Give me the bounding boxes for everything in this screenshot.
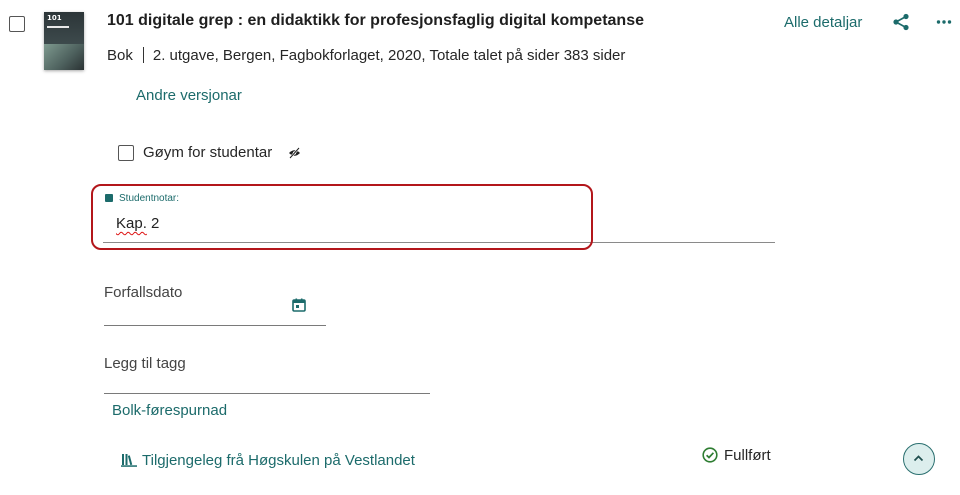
book-cover-thumbnail[interactable]: 101: [44, 12, 84, 70]
select-item-checkbox[interactable]: [9, 16, 25, 32]
hide-for-students-label[interactable]: Gøym for studentar: [143, 144, 272, 161]
chevron-up-icon: [913, 455, 924, 462]
check-circle-icon: [702, 447, 718, 463]
bulk-request-link[interactable]: Bolk-førespurnad: [112, 402, 227, 419]
availability-text: Tilgjengeleg frå Høgskulen på Vestlandet: [142, 452, 415, 469]
annotation-highlight-box: [91, 184, 593, 250]
record-details: 2. utgave, Bergen, Fagbokforlaget, 2020,…: [152, 47, 626, 64]
record-type: Bok: [107, 47, 133, 64]
calendar-icon[interactable]: [292, 298, 306, 312]
add-tag-underline: [104, 393, 430, 394]
due-date-underline: [104, 325, 326, 326]
collapse-button[interactable]: [903, 443, 935, 475]
more-horizontal-icon[interactable]: [936, 13, 952, 31]
separator: [142, 47, 144, 63]
availability-link[interactable]: Tilgjengeleg frå Høgskulen på Vestlandet: [121, 452, 415, 469]
completion-status: Fullført: [702, 447, 771, 464]
completion-status-label: Fullført: [724, 447, 771, 464]
add-tag-field[interactable]: Legg til tagg: [104, 355, 186, 372]
cover-image: [44, 44, 84, 70]
record-metadata: Bok 2. utgave, Bergen, Fagbokforlaget, 20…: [107, 47, 625, 64]
eye-off-icon: [289, 147, 300, 159]
share-icon[interactable]: [892, 13, 910, 31]
hide-for-students-checkbox[interactable]: [118, 145, 134, 161]
cover-title: 101: [47, 14, 62, 22]
all-details-link[interactable]: Alle detaljar: [784, 14, 862, 31]
library-icon: [121, 454, 137, 467]
record-title[interactable]: 101 digitale grep : en didaktikk for pro…: [107, 12, 644, 30]
other-versions-link[interactable]: Andre versjonar: [136, 87, 242, 104]
due-date-field[interactable]: Forfallsdato: [104, 284, 182, 301]
cover-decoration: [47, 26, 69, 28]
